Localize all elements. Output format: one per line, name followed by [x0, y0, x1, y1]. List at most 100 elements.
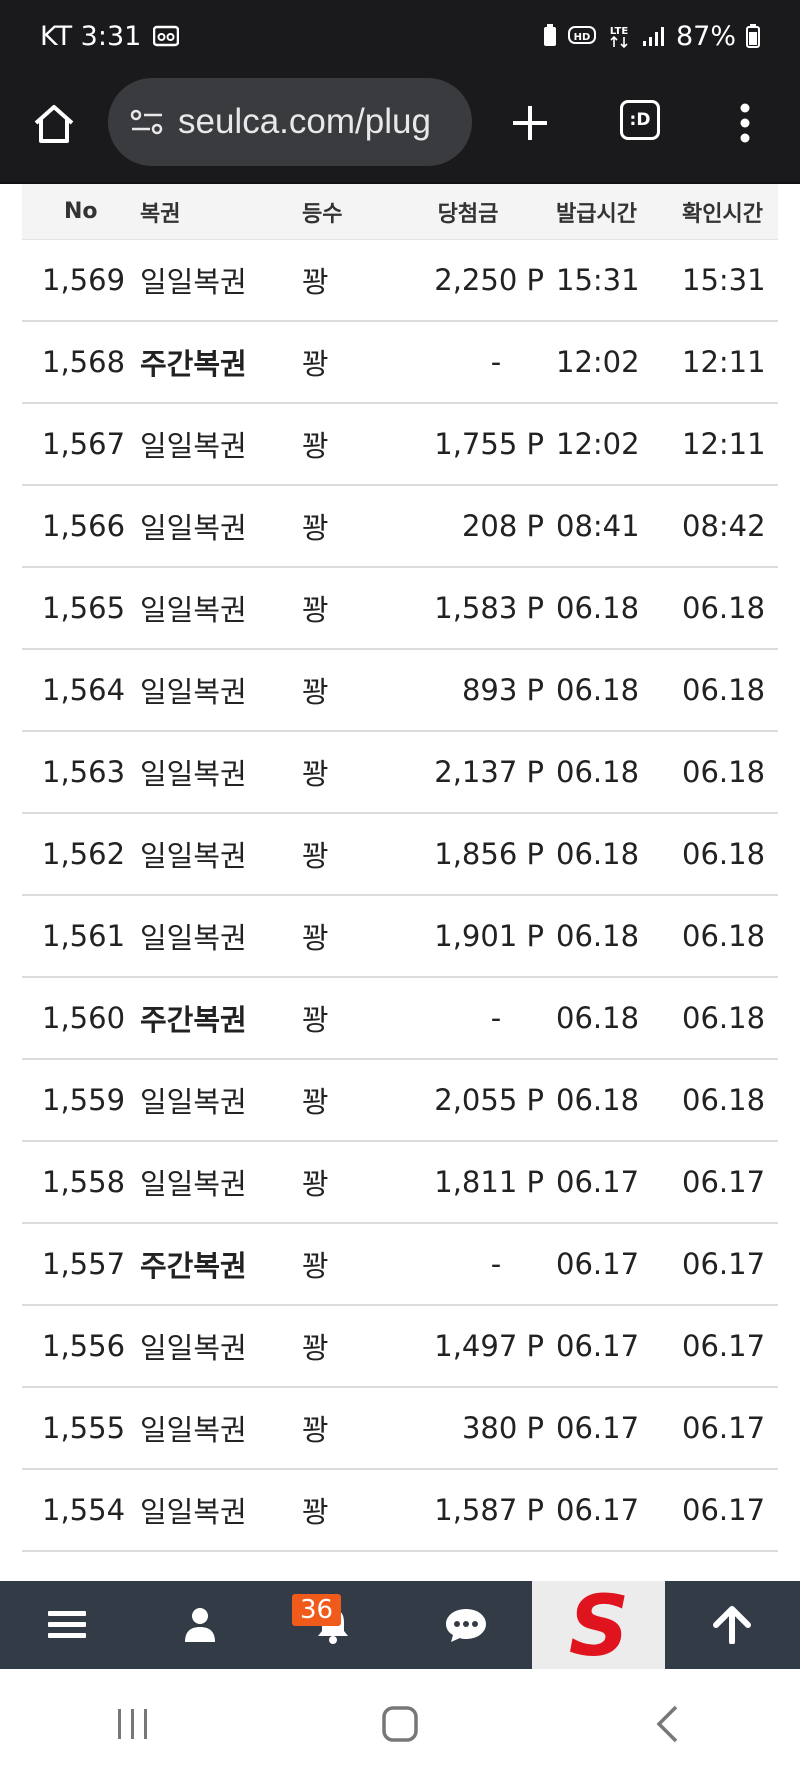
svg-text:S: S: [568, 1587, 629, 1663]
cell-no: 1,562: [42, 837, 126, 871]
cell-checked-time: 08:42: [682, 509, 766, 543]
profile-button[interactable]: [133, 1581, 266, 1669]
cell-lottery-type: 일일복권: [140, 1413, 247, 1447]
more-vert-icon: [740, 103, 750, 143]
table-body: 1,569 일일복권 꽝 2,250 P 15:31 15:31 1,568 주간복권 꽝 -12…: [22, 240, 778, 1552]
new-tab-button[interactable]: [505, 98, 555, 148]
tab-switcher-button[interactable]: :D: [620, 100, 660, 140]
battery-percent: 87%: [675, 20, 736, 52]
cell-prize: 893 P: [461, 673, 544, 707]
cell-issued-time: 06.18: [556, 1001, 640, 1035]
table-row: 1,562 일일복권 꽝 1,856 P 06.18 06.18: [22, 814, 778, 896]
cell-checked-time: 06.18: [682, 919, 766, 953]
home-button[interactable]: [28, 98, 80, 150]
cell-lottery-type: 일일복권: [140, 921, 247, 955]
cell-prize: 2,250 P: [434, 263, 544, 297]
table-row: 1,566 일일복권 꽝 208 P 08:41 08:42: [22, 486, 778, 568]
svg-text:HD: HD: [574, 32, 591, 43]
browser-menu-button[interactable]: [730, 98, 760, 148]
cell-no: 1,561: [42, 919, 126, 953]
cell-checked-time: 06.18: [682, 591, 766, 625]
cell-grade: 꽝: [302, 839, 329, 873]
cell-lottery-type: 일일복권: [140, 1331, 247, 1365]
lottery-table: No 복권 등수 당첨금 발급시간 확인시간 1,569 일일복권 꽝 2,250 P…: [22, 184, 778, 1552]
cell-issued-time: 06.17: [556, 1493, 640, 1527]
cell-prize: 380 P: [461, 1411, 544, 1445]
home-system-button[interactable]: [360, 1694, 440, 1754]
arrow-up-icon: [712, 1606, 751, 1644]
cell-grade: 꽝: [302, 347, 329, 381]
cell-lottery-type: 일일복권: [140, 511, 247, 545]
cell-checked-time: 15:31: [682, 263, 766, 297]
cell-lottery-type: 일일복권: [140, 593, 247, 627]
menu-button[interactable]: [0, 1581, 133, 1669]
status-bar: KT 3:31 HD LTE 87%: [0, 0, 800, 72]
plus-icon: [513, 106, 547, 140]
table-row: 1,560 주간복권 꽝 - 06.18 06.18: [22, 978, 778, 1060]
back-button[interactable]: [627, 1694, 707, 1754]
user-icon: [184, 1608, 215, 1642]
scroll-top-button[interactable]: [665, 1581, 798, 1669]
home-square-icon: [382, 1705, 418, 1742]
header-prize: 당첨금: [437, 201, 499, 227]
cell-grade: 꽝: [302, 921, 329, 955]
cell-checked-time: 06.18: [682, 837, 766, 871]
cell-checked-time: 06.17: [682, 1247, 766, 1281]
browser-toolbar: seulca.com/plug :D: [0, 72, 800, 184]
cell-lottery-type: 일일복권: [140, 675, 247, 709]
cell-no: 1,568: [42, 345, 126, 379]
chat-icon: [445, 1609, 486, 1642]
cell-issued-time: 12:02: [556, 427, 640, 461]
status-left: KT 3:31: [40, 21, 180, 52]
cell-no: 1,566: [42, 509, 126, 543]
header-checked: 확인시간: [682, 201, 763, 227]
cell-grade: 꽝: [302, 429, 329, 463]
site-logo-button[interactable]: S: [532, 1581, 665, 1669]
status-right: HD LTE 87%: [542, 21, 760, 52]
cell-issued-time: 12:02: [556, 345, 640, 379]
cell-prize: 1,856 P: [434, 837, 544, 871]
cell-lottery-type: 주간복권: [140, 1249, 247, 1283]
header-grade: 등수: [302, 201, 343, 227]
cell-lottery-type: 일일복권: [140, 429, 247, 463]
notification-badge: 36: [292, 1594, 342, 1626]
table-header: No 복권 등수 당첨금 발급시간 확인시간: [22, 184, 778, 240]
back-chevron-icon: [656, 1705, 677, 1742]
table-row: 1,569 일일복권 꽝 2,250 P 15:31 15:31: [22, 240, 778, 322]
cell-checked-time: 06.18: [682, 673, 766, 707]
site-settings-icon: [130, 109, 163, 135]
cell-issued-time: 06.18: [556, 919, 640, 953]
cell-lottery-type: 주간복권: [140, 347, 247, 381]
url-text: seulca.com/plug: [178, 102, 431, 141]
table-row: 1,556 일일복권 꽝 1,497 P 06.17 06.17: [22, 1306, 778, 1388]
table-row: 1,557 주간복권 꽝 - 06.17 06.17: [22, 1224, 778, 1306]
cell-issued-time: 08:41: [556, 509, 640, 543]
address-bar[interactable]: seulca.com/plug: [108, 78, 472, 166]
table-row: 1,568 주간복권 꽝 - 12:02 12:11: [22, 322, 778, 404]
cell-lottery-type: 일일복권: [140, 1495, 247, 1529]
table-row: 1,567 일일복권 꽝 1,755 P 12:02 12:11: [22, 404, 778, 486]
table-row: 1,565 일일복권 꽝 1,583 P 06.18 06.18: [22, 568, 778, 650]
table-row: 1,558 일일복권 꽝 1,811 P 06.17 06.17: [22, 1142, 778, 1224]
table-row: 1,561 일일복권 꽝 1,901 P 06.18 06.18: [22, 896, 778, 978]
cell-no: 1,563: [42, 755, 126, 789]
cell-lottery-type: 일일복권: [140, 1167, 247, 1201]
cell-checked-time: 06.17: [682, 1411, 766, 1445]
cell-prize: -: [490, 1001, 502, 1035]
battery-icon: [746, 24, 760, 48]
cell-prize: 208 P: [461, 509, 544, 543]
cell-no: 1,555: [42, 1411, 126, 1445]
recents-icon: [118, 1708, 148, 1739]
hd-icon: HD: [567, 25, 596, 47]
header-lottery: 복권: [140, 201, 181, 227]
chat-button[interactable]: [399, 1581, 532, 1669]
cell-issued-time: 06.18: [556, 1083, 640, 1117]
cell-prize: 1,901 P: [434, 919, 544, 953]
glasses-icon: [153, 25, 180, 47]
recent-apps-button[interactable]: [93, 1694, 173, 1754]
cell-grade: 꽝: [302, 1085, 329, 1119]
cell-grade: 꽝: [302, 675, 329, 709]
cell-checked-time: 06.17: [682, 1493, 766, 1527]
cell-issued-time: 06.17: [556, 1411, 640, 1445]
cell-issued-time: 06.17: [556, 1247, 640, 1281]
